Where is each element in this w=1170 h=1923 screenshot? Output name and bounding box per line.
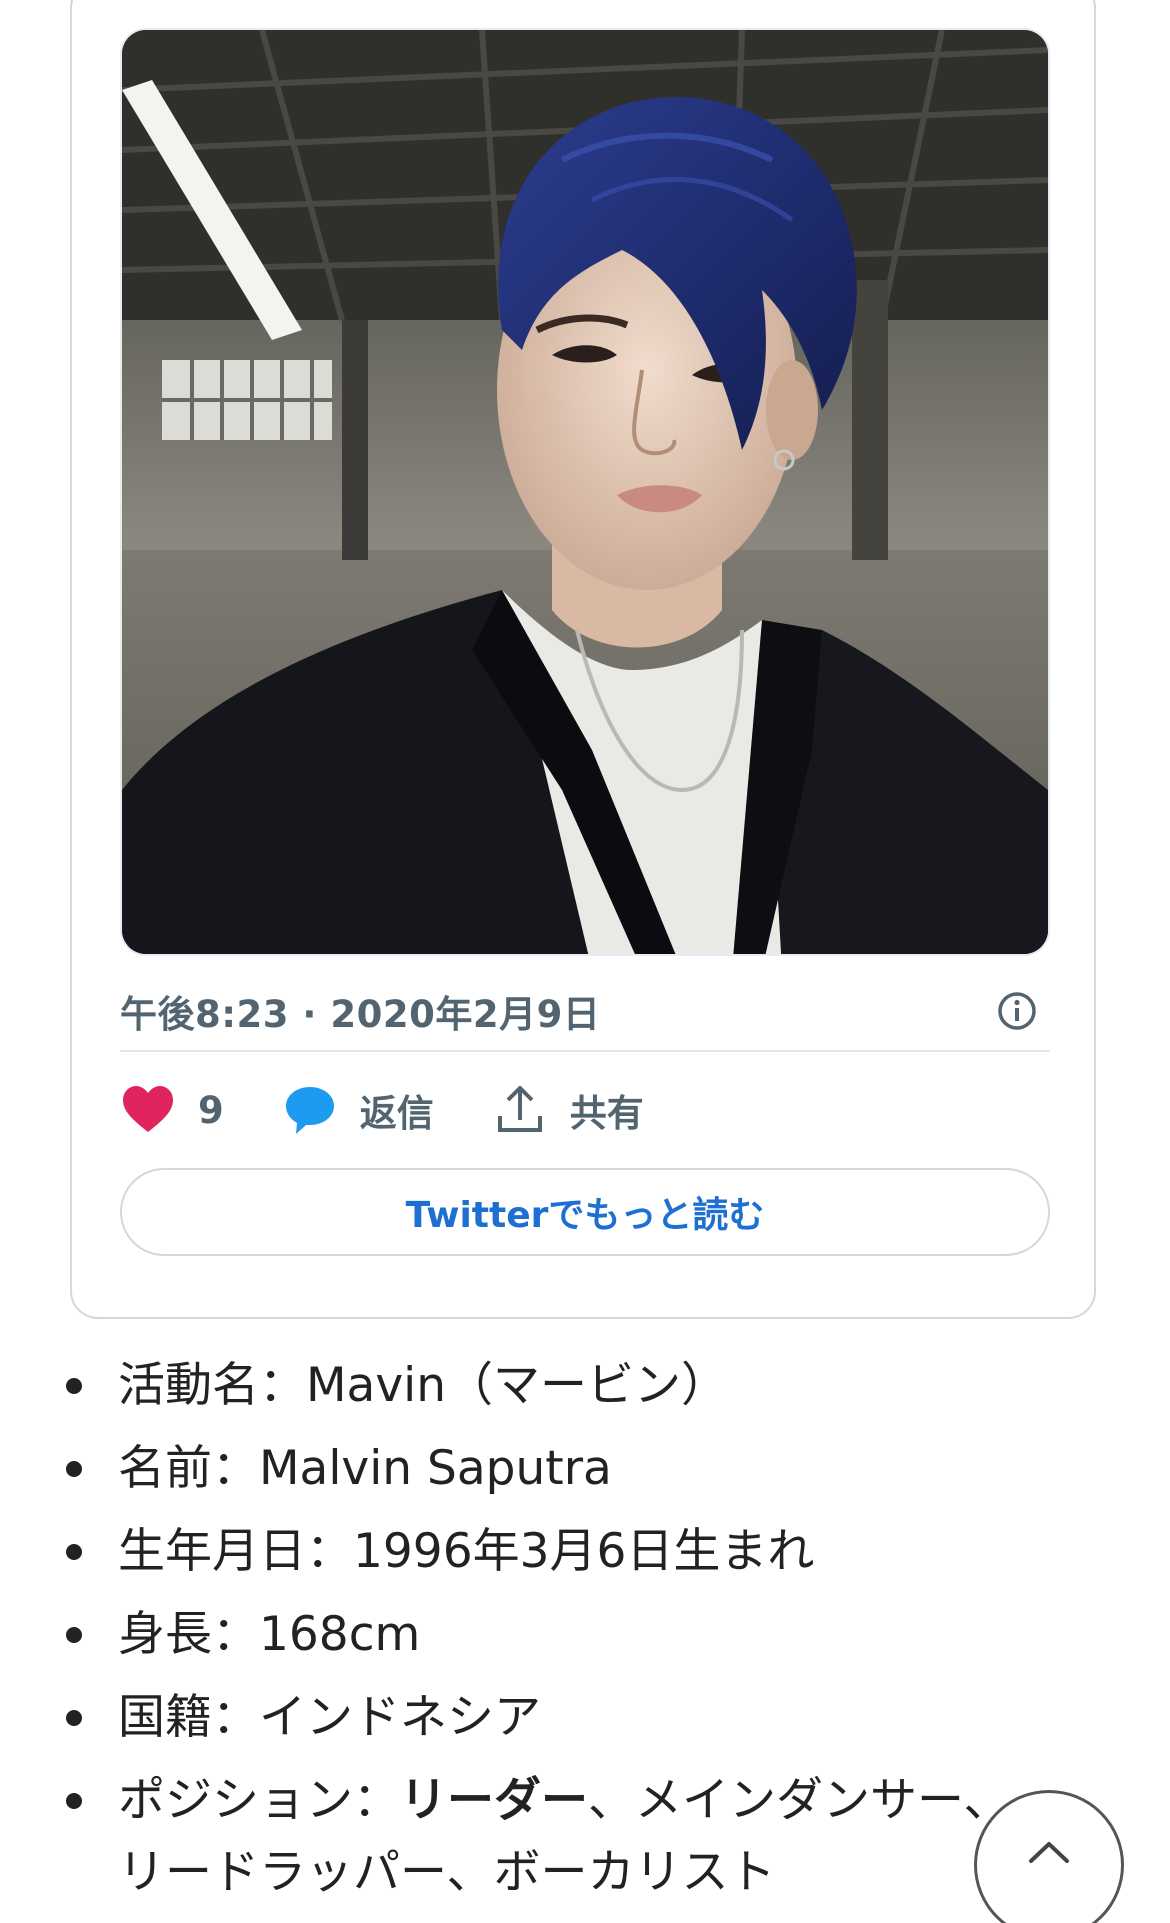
profile-label: 生年月日 [118, 1524, 306, 1579]
profile-separator: ： [259, 1358, 306, 1413]
profile-label: 国籍 [118, 1690, 212, 1745]
profile-item-nationality: 国籍：インドネシア [0, 1682, 1170, 1754]
speech-bubble-icon [285, 1087, 334, 1134]
profile-value: 1996年3月6日生まれ [353, 1524, 815, 1579]
tweet-actions: 9 返信 共有 [120, 1068, 1050, 1152]
read-more-on-twitter-button[interactable]: Twitterでもっと読む [120, 1168, 1050, 1256]
share-upload-icon [497, 1086, 542, 1132]
profile-label: 活動名 [118, 1358, 259, 1413]
profile-value: 168cm [259, 1607, 421, 1662]
reply-label: 返信 [359, 1092, 434, 1135]
profile-item-name: 名前：Malvin Saputra [0, 1433, 1170, 1505]
profile-separator: ： [306, 1524, 353, 1579]
profile-value: Malvin Saputra [259, 1441, 612, 1496]
embedded-tweet-card: 午後8:23 · 2020年2月9日 9 返信 共有 Twitterでもっと読む [70, 0, 1096, 1319]
like-count: 9 [198, 1088, 224, 1132]
profile-separator: ： [212, 1607, 259, 1662]
share-label: 共有 [569, 1092, 644, 1135]
profile-value: インドネシア [259, 1690, 541, 1745]
tweet-timestamp[interactable]: 午後8:23 · 2020年2月9日 [120, 984, 600, 1038]
profile-value-bold: リーダー [400, 1773, 588, 1828]
profile-item-height: 身長：168cm [0, 1599, 1170, 1671]
profile-value: Mavin（マービン） [306, 1358, 729, 1413]
chevron-up-icon [1029, 1842, 1069, 1863]
page: 午後8:23 · 2020年2月9日 9 返信 共有 Twitterでもっと読む… [0, 0, 1170, 1923]
profile-separator: ： [212, 1441, 259, 1496]
like-action[interactable]: 9 [120, 1082, 224, 1138]
tweet-meta-row: 午後8:23 · 2020年2月9日 [120, 972, 1050, 1052]
profile-item-birthdate: 生年月日：1996年3月6日生まれ [0, 1516, 1170, 1588]
profile-label: ポジション [118, 1773, 353, 1828]
share-action[interactable]: 共有 [492, 1082, 644, 1138]
heart-icon [123, 1086, 173, 1132]
profile-label: 身長 [118, 1607, 212, 1662]
tweet-photo[interactable] [120, 28, 1050, 956]
profile-separator: ： [353, 1773, 400, 1828]
reply-action[interactable]: 返信 [282, 1082, 434, 1138]
profile-separator: ： [212, 1690, 259, 1745]
profile-item-activity-name: 活動名：Mavin（マービン） [0, 1350, 1170, 1422]
profile-label: 名前 [118, 1441, 212, 1496]
info-icon[interactable] [996, 990, 1038, 1032]
